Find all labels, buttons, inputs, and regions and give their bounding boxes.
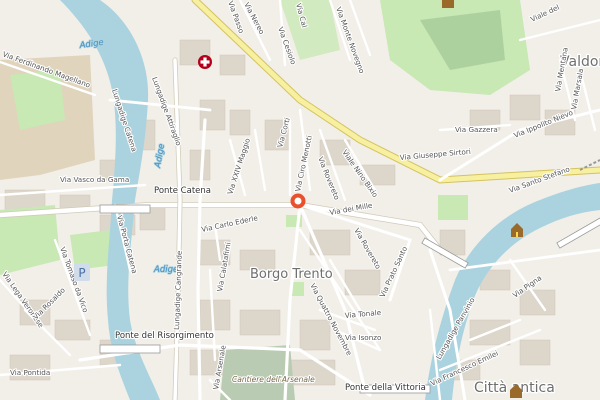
bridge-risorgimento <box>99 344 161 354</box>
district-label-borgo-trento: Borgo Trento <box>250 267 333 282</box>
bridge-label-catena: Ponte Catena <box>154 186 211 196</box>
map-canvas[interactable]: Adige Adige Adige Ponte Catena Ponte del… <box>0 0 600 400</box>
street-label-isonzo: Via Isonzo <box>345 333 381 342</box>
bridge-catena <box>99 204 151 214</box>
poi-label-arsenale: Cantiere dell'Arsenale <box>232 375 315 384</box>
svg-text:P: P <box>78 266 85 280</box>
street-label-gazzera: Via Gazzera <box>455 125 498 134</box>
location-pin-icon[interactable] <box>290 193 306 209</box>
castle-icon[interactable] <box>442 0 454 8</box>
hospital-cross-icon[interactable] <box>198 55 212 69</box>
bridge-label-vittoria: Ponte della Vittoria <box>345 383 426 393</box>
parking-icon[interactable]: P <box>74 263 90 281</box>
street-label-vasco-da-gama: Via Vasco da Gama <box>60 175 129 184</box>
street-label-pontida: Via Pontida <box>10 368 50 377</box>
bridge-label-risorgimento: Ponte del Risorgimento <box>115 331 214 341</box>
map-view[interactable]: Adige Adige Adige Ponte Catena Ponte del… <box>0 0 600 400</box>
